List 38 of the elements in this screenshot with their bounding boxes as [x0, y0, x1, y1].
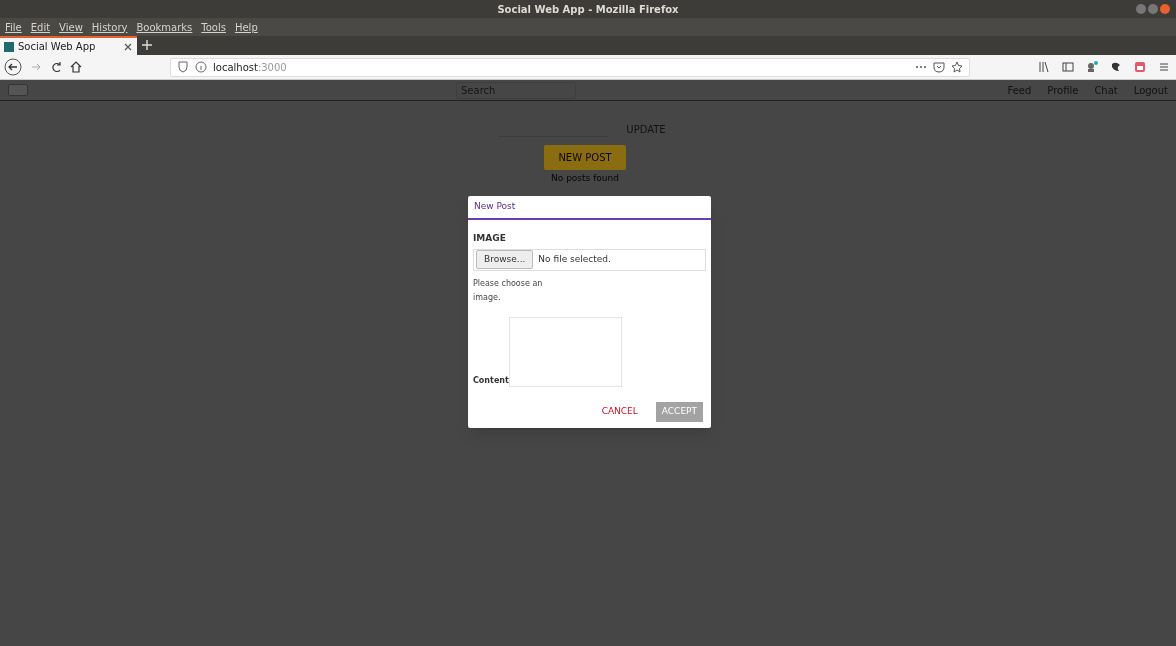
minimize-button[interactable] [1136, 4, 1146, 14]
cancel-button[interactable]: CANCEL [595, 401, 644, 422]
menu-item[interactable]: Help [234, 19, 258, 35]
close-icon[interactable] [123, 41, 133, 52]
info-icon [195, 61, 207, 73]
file-status: No file selected. [538, 252, 611, 266]
menu-item[interactable]: Tools [201, 19, 226, 35]
error-message: Please choose an image. [473, 277, 544, 304]
file-input[interactable]: Browse... No file selected. [473, 248, 706, 271]
browse-button[interactable]: Browse... [476, 249, 534, 270]
image-label: IMAGE [473, 232, 507, 245]
shield-icon [177, 61, 189, 73]
new-post-button[interactable]: NEW POST [544, 145, 626, 170]
menu-icon[interactable] [1158, 61, 1170, 73]
empty-message: No posts found [551, 172, 619, 185]
menu-item[interactable]: View [59, 19, 83, 35]
menu-item[interactable]: History [91, 19, 128, 35]
library-icon[interactable] [1038, 61, 1050, 73]
close-button[interactable] [1160, 4, 1170, 14]
star-icon[interactable] [951, 61, 963, 73]
sidebar-icon[interactable] [1062, 61, 1074, 73]
reload-icon[interactable] [50, 61, 62, 73]
pocket-icon[interactable] [933, 61, 945, 73]
favicon-icon [4, 41, 14, 52]
menu-item[interactable]: File [5, 19, 22, 35]
new-tab-icon[interactable] [142, 39, 154, 51]
home-icon[interactable] [70, 61, 82, 73]
address-bar[interactable]: localhost:3000 [170, 57, 970, 77]
menu-item[interactable]: Edit [30, 19, 51, 35]
extension-icon[interactable] [1086, 61, 1098, 73]
content-label: Content [473, 374, 509, 387]
calendar-icon[interactable] [1134, 61, 1146, 73]
menu-item[interactable]: Bookmarks [136, 19, 193, 35]
browser-tab[interactable]: Social Web App [0, 36, 137, 55]
dialog-title: New Post [468, 196, 711, 220]
maximize-button[interactable] [1148, 4, 1158, 14]
back-icon[interactable] [4, 58, 22, 76]
window-title: Social Web App - Mozilla Firefox [497, 2, 679, 17]
